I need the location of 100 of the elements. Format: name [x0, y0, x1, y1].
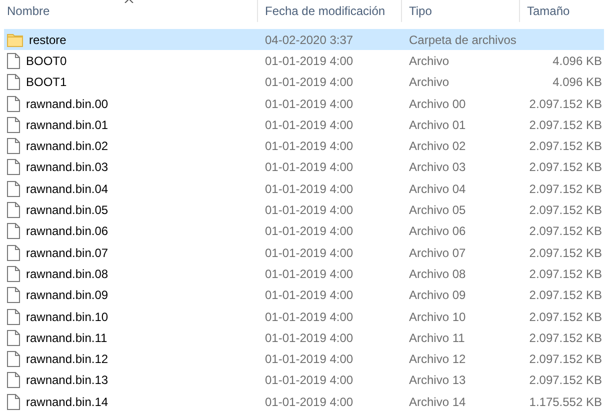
modified-date: 01-01-2019 4:00	[265, 203, 354, 218]
file-type: Archivo 08	[409, 266, 466, 281]
file-icon	[7, 223, 20, 240]
file-name: rawnand.bin.10	[26, 310, 108, 324]
file-name: rawnand.bin.08	[26, 266, 108, 281]
file-type: Archivo 10	[409, 310, 466, 324]
file-row[interactable]: rawnand.bin.00 01-01-2019 4:00 Archivo 00 2.097.152 KB	[4, 92, 604, 114]
file-row[interactable]: rawnand.bin.11 01-01-2019 4:00 Archivo 11 2.097.152 KB	[4, 327, 604, 348]
file-icon	[7, 116, 20, 133]
file-name: rawnand.bin.07	[26, 246, 108, 260]
modified-date: 01-01-2019 4:00	[265, 160, 354, 174]
file-size: 2.097.152 KB	[529, 224, 602, 238]
file-name: BOOT1	[26, 75, 67, 90]
file-name: rawnand.bin.00	[26, 96, 108, 111]
file-type: Archivo 03	[409, 160, 466, 174]
file-icon	[7, 330, 20, 346]
file-type: Archivo 07	[409, 246, 466, 260]
file-icon	[7, 266, 20, 282]
file-size: 4.096 KB	[552, 54, 602, 68]
file-name: rawnand.bin.11	[26, 330, 108, 345]
modified-date: 01-01-2019 4:00	[265, 330, 354, 345]
file-type: Archivo 01	[409, 118, 466, 132]
column-header[interactable]: Tamaño	[520, 0, 606, 22]
file-row[interactable]: rawnand.bin.07 01-01-2019 4:00 Archivo 07 2.097.152 KB	[4, 242, 604, 264]
file-name: rawnand.bin.13	[26, 373, 108, 388]
modified-date: 01-01-2019 4:00	[265, 75, 354, 90]
file-size: 2.097.152 KB	[529, 160, 602, 174]
file-name: rawnand.bin.06	[26, 224, 108, 238]
file-name: rawnand.bin.09	[26, 288, 108, 302]
modified-date: 01-01-2019 4:00	[265, 394, 354, 409]
file-size: 2.097.152 KB	[529, 352, 602, 366]
file-row[interactable]: rawnand.bin.09 01-01-2019 4:00 Archivo 09 2.097.152 KB	[4, 284, 604, 306]
column-header[interactable]: Fecha de modificación	[258, 0, 401, 22]
file-name: rawnand.bin.02	[26, 139, 108, 154]
file-type: Archivo 13	[409, 373, 466, 388]
file-size: 4.096 KB	[552, 75, 602, 90]
file-size: 2.097.152 KB	[529, 330, 602, 345]
file-type: Archivo 09	[409, 288, 466, 302]
modified-date: 04-02-2020 3:37	[265, 32, 354, 47]
file-row[interactable]: rawnand.bin.05 01-01-2019 4:00 Archivo 05 2.097.152 KB	[4, 199, 604, 221]
file-row[interactable]: rawnand.bin.03 01-01-2019 4:00 Archivo 03 2.097.152 KB	[4, 156, 604, 178]
file-icon	[7, 244, 20, 261]
file-type: Archivo 06	[409, 224, 466, 238]
modified-date: 01-01-2019 4:00	[265, 373, 354, 388]
file-size: 2.097.152 KB	[529, 139, 602, 154]
file-size: 2.097.152 KB	[529, 373, 602, 388]
file-icon	[7, 138, 20, 154]
file-size: 2.097.152 KB	[529, 203, 602, 218]
column-header[interactable]: Tipo	[402, 0, 519, 22]
file-icon	[7, 372, 20, 388]
file-icon	[7, 74, 20, 90]
file-row[interactable]: BOOT0 01-01-2019 4:00 Archivo 4.096 KB	[4, 50, 604, 72]
file-icon	[7, 308, 20, 324]
modified-date: 01-01-2019 4:00	[265, 266, 354, 281]
modified-date: 01-01-2019 4:00	[265, 139, 354, 154]
file-row[interactable]: rawnand.bin.02 01-01-2019 4:00 Archivo 02 2.097.152 KB	[4, 135, 604, 157]
modified-date: 01-01-2019 4:00	[265, 54, 354, 68]
file-name: rawnand.bin.12	[26, 352, 108, 366]
file-type: Archivo 04	[409, 182, 466, 196]
file-size: 2.097.152 KB	[529, 288, 602, 302]
file-type: Archivo 05	[409, 203, 466, 218]
file-row[interactable]: rawnand.bin.12 01-01-2019 4:00 Archivo 12 2.097.152 KB	[4, 348, 604, 370]
file-name: rawnand.bin.04	[26, 182, 108, 196]
file-name: BOOT0	[26, 54, 67, 68]
file-row[interactable]: rawnand.bin.04 01-01-2019 4:00 Archivo 04 2.097.152 KB	[4, 178, 604, 200]
file-name: rawnand.bin.05	[26, 203, 108, 218]
modified-date: 01-01-2019 4:00	[265, 310, 354, 324]
file-row[interactable]: BOOT1 01-01-2019 4:00 Archivo 4.096 KB	[4, 72, 604, 93]
file-icon	[7, 180, 20, 197]
file-row[interactable]: rawnand.bin.01 01-01-2019 4:00 Archivo 01 2.097.152 KB	[4, 114, 604, 136]
file-type: Archivo 12	[409, 352, 466, 366]
column-header[interactable]: Nombre	[0, 0, 257, 22]
file-type: Archivo	[409, 75, 450, 90]
modified-date: 01-01-2019 4:00	[265, 224, 354, 238]
file-type: Archivo 00	[409, 96, 466, 111]
modified-date: 01-01-2019 4:00	[265, 182, 354, 196]
modified-date: 01-01-2019 4:00	[265, 96, 354, 111]
file-size: 2.097.152 KB	[529, 310, 602, 324]
file-icon	[7, 96, 20, 112]
file-row[interactable]: rawnand.bin.08 01-01-2019 4:00 Archivo 08 2.097.152 KB	[4, 263, 604, 285]
modified-date: 01-01-2019 4:00	[265, 288, 354, 302]
file-row[interactable]: rawnand.bin.06 01-01-2019 4:00 Archivo 06 2.097.152 KB	[4, 220, 604, 242]
file-size: 2.097.152 KB	[529, 118, 602, 132]
file-row[interactable]: restore 04-02-2020 3:37 Carpeta de archivos	[4, 29, 604, 50]
file-size: 1.175.552 KB	[529, 394, 602, 409]
file-type: Carpeta de archivos	[409, 32, 516, 47]
file-size: 2.097.152 KB	[529, 266, 602, 281]
file-row[interactable]: rawnand.bin.14 01-01-2019 4:00 Archivo 14 1.175.552 KB	[4, 391, 604, 412]
file-size: 2.097.152 KB	[529, 246, 602, 260]
file-size: 2.097.152 KB	[529, 182, 602, 196]
file-type: Archivo 11	[409, 330, 465, 345]
modified-date: 01-01-2019 4:00	[265, 352, 354, 366]
file-row[interactable]: rawnand.bin.10 01-01-2019 4:00 Archivo 10 2.097.152 KB	[4, 306, 604, 328]
modified-date: 01-01-2019 4:00	[265, 246, 354, 260]
sort-icon	[124, 0, 134, 3]
file-row[interactable]: rawnand.bin.13 01-01-2019 4:00 Archivo 13 2.097.152 KB	[4, 370, 604, 392]
file-type: Archivo	[409, 54, 450, 68]
file-icon	[7, 351, 20, 368]
file-icon	[7, 52, 20, 69]
file-icon	[7, 202, 20, 218]
